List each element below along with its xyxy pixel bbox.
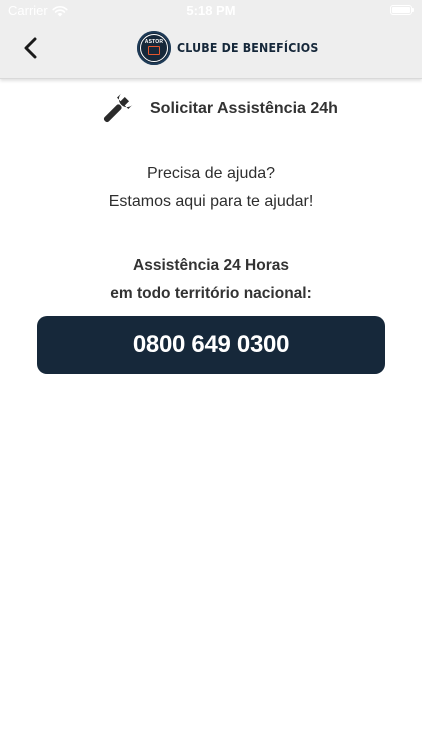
help-subtitle: Estamos aqui para te ajudar! [108,193,314,210]
navigation-bar: Carrier 5:18 PM ASTOR CLUBE DE BENEFÍCIO… [0,0,422,79]
call-phone-button[interactable]: 0800 649 0300 [37,316,385,374]
logo-badge-text: ASTOR [144,39,164,45]
logo-text: CLUBE DE BENEFÍCIOS [177,41,319,55]
help-question: Precisa de ajuda? [146,165,276,182]
brand-logo: ASTOR CLUBE DE BENEFÍCIOS [137,30,331,66]
status-time: 5:18 PM [186,3,236,18]
logo-mark-icon [148,46,160,55]
assistance-title: Assistência 24 Horas [133,257,289,274]
logo-badge: ASTOR [137,31,171,65]
back-button[interactable] [16,34,44,62]
battery-icon [390,5,414,15]
status-bar: Carrier 5:18 PM [0,0,422,22]
chevron-left-icon [24,37,37,59]
page-title: Solicitar Assistência 24h [100,92,338,126]
wrench-icon [103,93,133,123]
phone-number: 0800 649 0300 [132,331,290,358]
page-title-text: Solicitar Assistência 24h [150,100,338,117]
assistance-subtitle: em todo território nacional: [110,285,312,302]
